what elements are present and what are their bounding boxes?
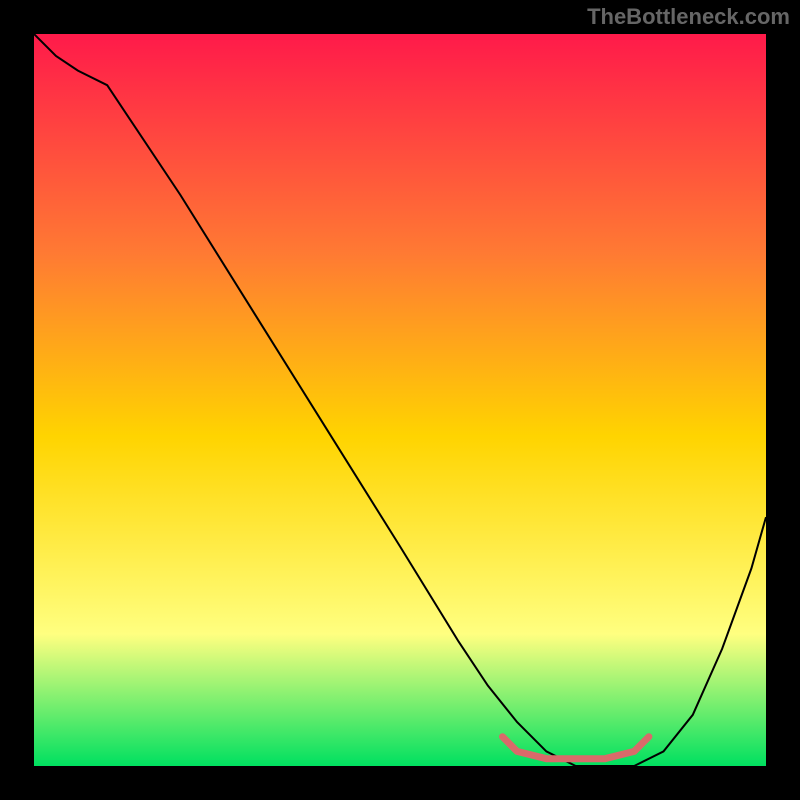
gradient-background: [34, 34, 766, 766]
chart-svg: [34, 34, 766, 766]
plot-area: [34, 34, 766, 766]
watermark-text: TheBottleneck.com: [587, 4, 790, 30]
chart-container: TheBottleneck.com: [0, 0, 800, 800]
